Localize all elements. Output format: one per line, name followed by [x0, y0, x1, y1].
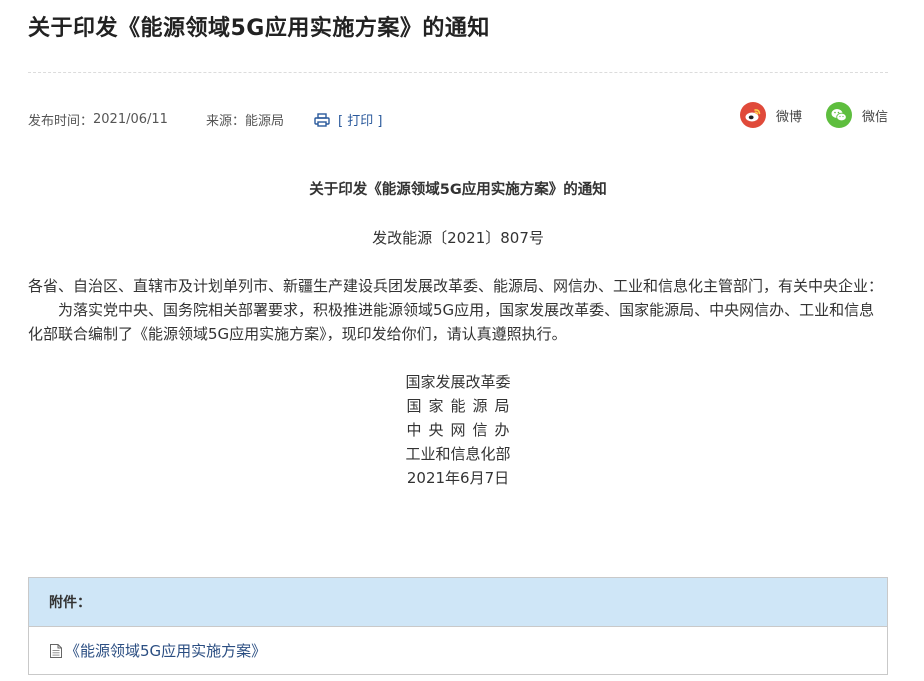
- title-divider: [28, 72, 888, 73]
- share-wechat-button[interactable]: 微信: [825, 102, 888, 128]
- signatory: 中央网信办: [406, 421, 517, 439]
- salutation: 各省、自治区、直辖市及计划单列市、新疆生产建设兵团发展改革委、能源局、网信办、工…: [28, 277, 884, 295]
- attachments-header: 附件：: [29, 578, 887, 627]
- body-paragraph: 为落实党中央、国务院相关部署要求，积极推进能源领域5G应用，国家发展改革委、国家…: [28, 301, 875, 343]
- document-icon: [50, 643, 62, 658]
- publish-time: 发布时间： 2021/06/11: [28, 110, 168, 129]
- attachment-item: 《能源领域5G应用实施方案》: [29, 627, 887, 674]
- signature-block: 国家发展改革委 国家能源局 中央网信办 工业和信息化部 2021年6月7日: [28, 370, 888, 490]
- source: 来源： 能源局: [206, 110, 284, 129]
- page-title: 关于印发《能源领域5G应用实施方案》的通知: [28, 16, 490, 41]
- publish-time-value: 2021/06/11: [93, 112, 168, 127]
- attachment-link[interactable]: 《能源领域5G应用实施方案》: [65, 640, 266, 661]
- document-number: 发改能源〔2021〕807号: [372, 229, 544, 247]
- article-title: 关于印发《能源领域5G应用实施方案》的通知: [309, 182, 607, 198]
- print-button[interactable]: [ 打印 ]: [314, 110, 382, 129]
- source-value: 能源局: [244, 114, 284, 129]
- share-bar: 微博 微信: [739, 102, 888, 128]
- print-label: [ 打印 ]: [337, 114, 383, 129]
- signatory: 国家能源局: [406, 397, 517, 415]
- signatory: 国家发展改革委: [405, 373, 511, 391]
- attachments-panel: 附件： 《能源领域5G应用实施方案》: [28, 577, 888, 675]
- weibo-label: 微博: [775, 109, 802, 125]
- printer-icon: [314, 112, 330, 127]
- signatory: 工业和信息化部: [405, 445, 511, 463]
- share-weibo-button[interactable]: 微博: [739, 102, 802, 128]
- wechat-icon: [825, 102, 852, 128]
- article-meta: 发布时间： 2021/06/11 来源： 能源局 [ 打印 ]: [28, 110, 382, 129]
- source-label: 来源：: [205, 114, 245, 129]
- wechat-label: 微信: [861, 109, 888, 125]
- signature-date: 2021年6月7日: [406, 469, 510, 487]
- publish-time-label: 发布时间：: [28, 114, 94, 129]
- article-body: 关于印发《能源领域5G应用实施方案》的通知 发改能源〔2021〕807号 各省、…: [28, 178, 888, 490]
- weibo-icon: [739, 102, 766, 128]
